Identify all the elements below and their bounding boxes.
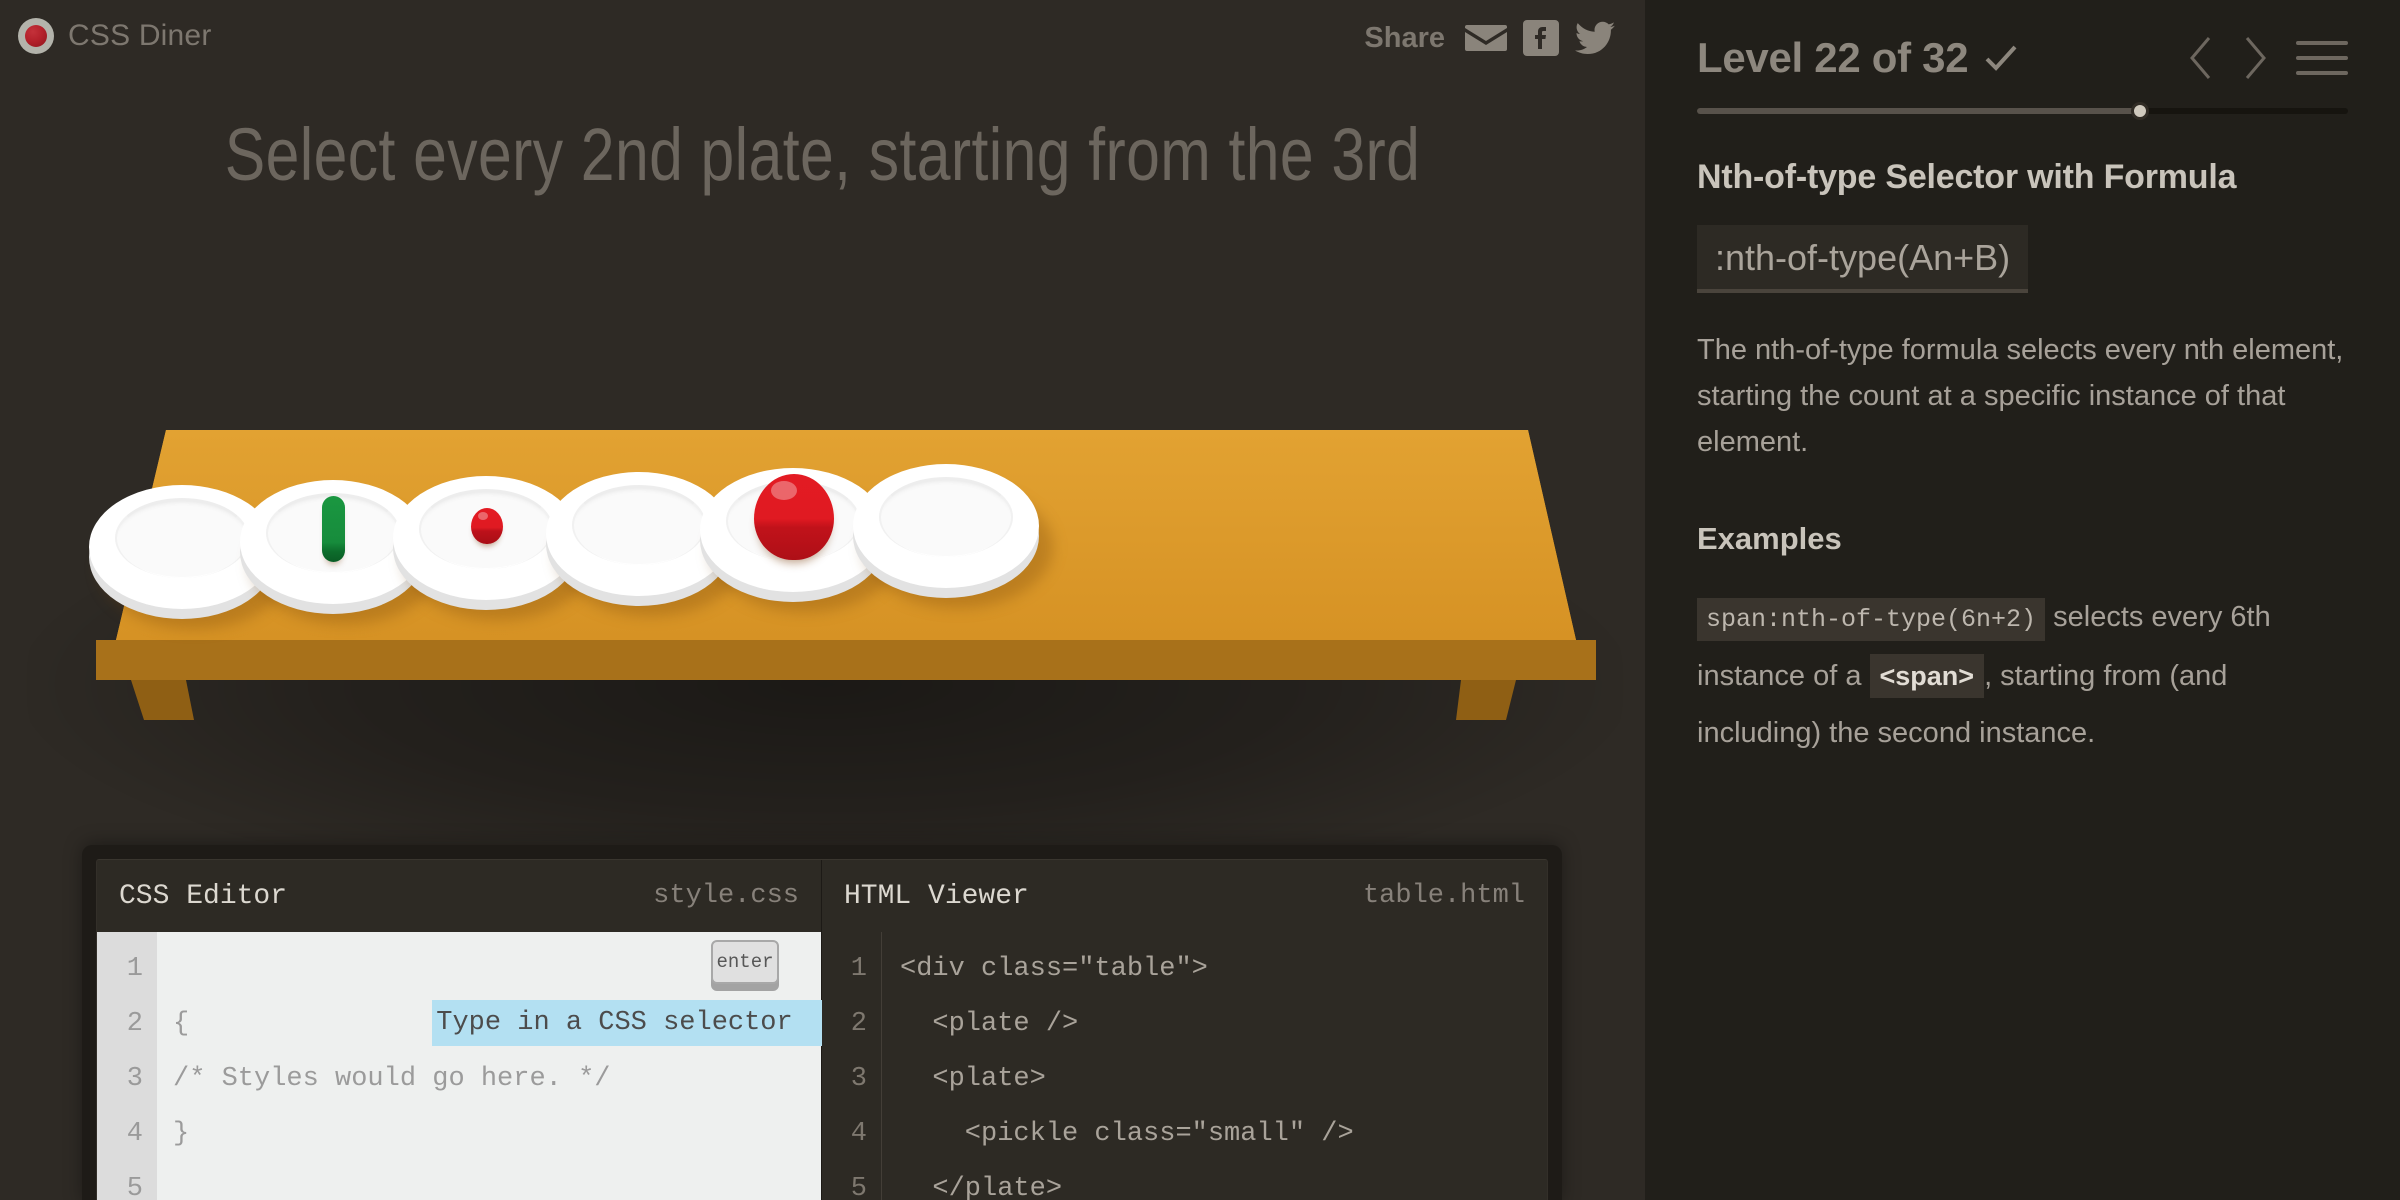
share-facebook[interactable] [1523, 20, 1559, 56]
html-viewer-header: HTML Viewer table.html [822, 860, 1547, 932]
share-label: Share [1364, 21, 1445, 54]
page-title: Select every 2nd plate, starting from th… [224, 113, 1421, 196]
plate-highlight-arc [115, 498, 249, 578]
line-number: 1 [850, 954, 867, 984]
css-editor-header: CSS Editor style.css [97, 860, 821, 932]
line-number: 2 [850, 1009, 867, 1039]
line-number: 2 [126, 1009, 143, 1039]
example-tag-code: <span> [1869, 654, 1985, 698]
line-number: 3 [850, 1064, 867, 1094]
line-number: 5 [126, 1174, 143, 1200]
css-code-area: 1 2 3 4 5 6 Type in a CSS selector { [97, 932, 963, 1200]
checkmark-icon [1985, 45, 2017, 71]
css-editor-pane: CSS Editor style.css 1 2 3 4 5 6 [97, 860, 963, 1200]
enter-button[interactable]: enter [711, 940, 779, 984]
level-indicator: Level 22 of 32 [1697, 34, 2018, 82]
css-editor-filename: style.css [653, 881, 799, 911]
plate-6[interactable] [853, 464, 1053, 608]
help-sidebar: Level 22 of 32 Nth-of-type Selector with… [1645, 0, 2400, 1200]
html-viewer-filename: table.html [1362, 881, 1525, 911]
html-code-line[interactable]: </plate> [900, 1162, 1547, 1200]
twitter-icon [1575, 21, 1615, 54]
share-twitter[interactable] [1575, 21, 1615, 55]
apple-logo-icon [18, 18, 54, 54]
small-apple-icon[interactable] [471, 508, 503, 544]
editor-inner: CSS Editor style.css 1 2 3 4 5 6 [96, 859, 1548, 1200]
progress-fill [1697, 108, 2140, 114]
html-code-line[interactable]: <div class="table"> [900, 942, 1547, 997]
plate-highlight-arc [572, 485, 706, 565]
level-progress-bar[interactable] [1697, 102, 2348, 120]
html-code-line[interactable]: <plate /> [900, 997, 1547, 1052]
html-line-numbers: 1 2 3 4 5 6 [822, 932, 882, 1200]
brand-logo[interactable]: CSS Diner [18, 18, 212, 54]
plates-row [0, 430, 1645, 730]
css-diner-app: CSS Diner Share Select every 2nd plate, … [0, 0, 2400, 1200]
plate-highlight-arc [879, 477, 1013, 557]
html-viewer-title: HTML Viewer [844, 880, 1029, 912]
small-pickle-icon[interactable] [322, 496, 345, 562]
example-selector-code: span:nth-of-type(6n+2) [1697, 598, 2046, 641]
apple-icon[interactable] [754, 474, 834, 560]
example-text: span:nth-of-type(6n+2) selects every 6th… [1697, 589, 2348, 762]
email-icon [1465, 25, 1507, 51]
hamburger-menu-icon[interactable] [2296, 41, 2348, 75]
help-heading: Nth-of-type Selector with Formula [1697, 158, 2237, 196]
dining-table-area [0, 430, 1645, 840]
share-email[interactable] [1465, 22, 1507, 54]
sidebar-header: Level 22 of 32 [1697, 0, 2348, 82]
help-description: The nth-of-type formula selects every nt… [1697, 334, 2344, 458]
level-counter: Level 22 of 32 [1697, 34, 1969, 81]
css-line-numbers: 1 2 3 4 5 6 [97, 932, 157, 1200]
chevron-right-icon[interactable] [2242, 35, 2268, 81]
facebook-icon [1523, 20, 1559, 56]
html-code-line[interactable]: <pickle class="small" /> [900, 1107, 1547, 1162]
html-code-lines: <div class="table"> <plate /> <plate> <p… [882, 932, 1547, 1200]
brand-name: CSS Diner [68, 19, 212, 52]
line-number: 1 [126, 954, 143, 984]
progress-marker [2130, 102, 2149, 120]
top-bar: CSS Diner Share [0, 0, 1645, 92]
html-viewer-pane: HTML Viewer table.html 1 2 3 4 5 6 [822, 860, 1547, 1200]
editor-panel: CSS Editor style.css 1 2 3 4 5 6 [82, 845, 1562, 1200]
chevron-left-icon[interactable] [2188, 35, 2214, 81]
line-number: 3 [126, 1064, 143, 1094]
line-number: 4 [850, 1119, 867, 1149]
examples-heading: Examples [1697, 521, 1842, 556]
line-number: 5 [850, 1174, 867, 1200]
sidebar-nav [2188, 35, 2348, 81]
selector-syntax-chip: :nth-of-type(An+B) [1697, 225, 2029, 293]
css-editor-title: CSS Editor [119, 880, 288, 912]
main-panel: CSS Diner Share Select every 2nd plate, … [0, 0, 1645, 1200]
line-number: 4 [126, 1119, 143, 1149]
html-code-line[interactable]: <plate> [900, 1052, 1547, 1107]
html-code-area: 1 2 3 4 5 6 <div class="table"> <plate /… [822, 932, 1547, 1200]
share-group: Share [1364, 20, 1615, 56]
